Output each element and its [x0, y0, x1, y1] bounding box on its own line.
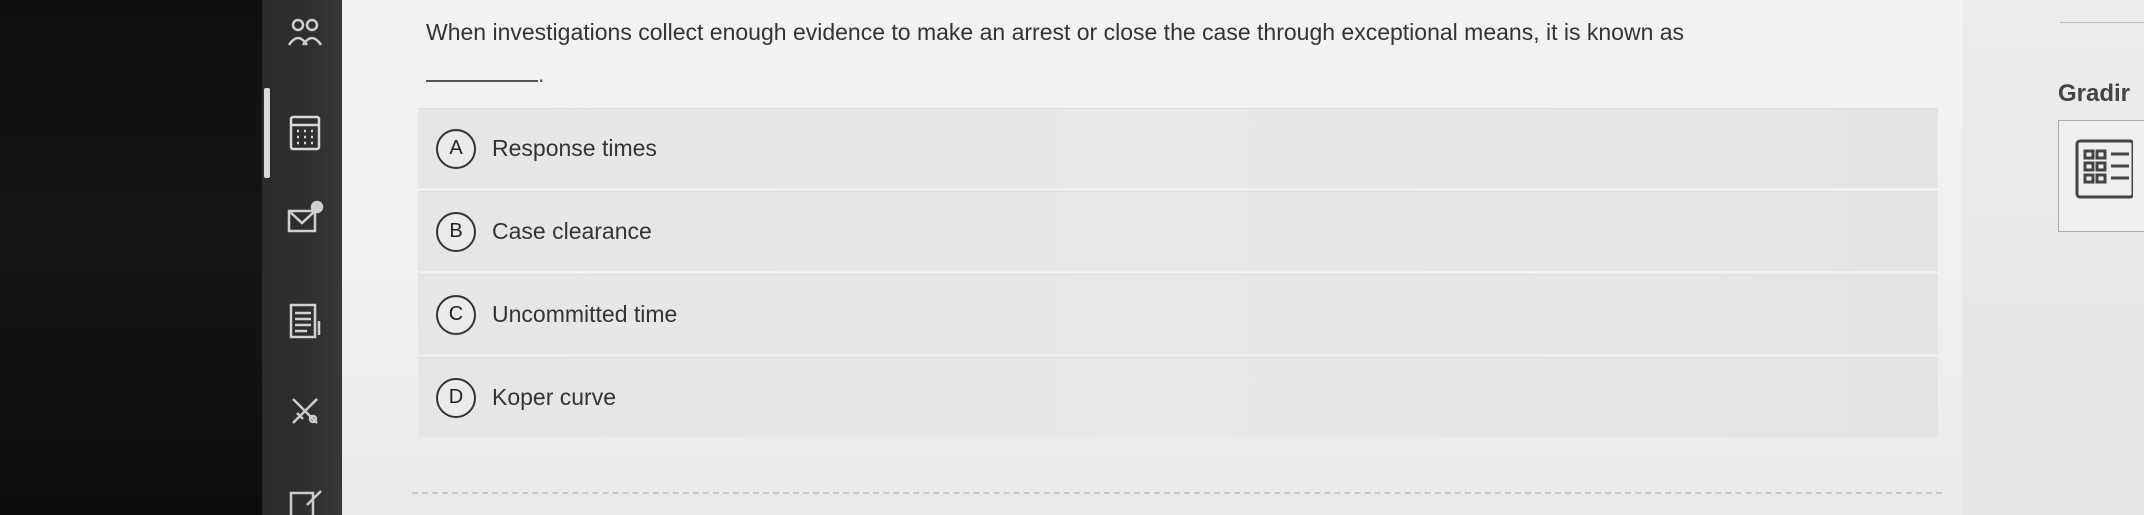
- sidebar: [262, 0, 342, 515]
- edit-icon[interactable]: [284, 484, 326, 515]
- blank-suffix: .: [538, 61, 545, 87]
- option-label: Uncommitted time: [492, 301, 678, 327]
- sidebar-active-indicator: [264, 88, 270, 178]
- mail-icon[interactable]: [284, 198, 326, 240]
- option-letter-badge: D: [436, 377, 476, 418]
- option-label: Case clearance: [492, 218, 652, 244]
- answer-options: A Response times B Case clearance C Unco…: [418, 108, 1938, 440]
- option-b[interactable]: B Case clearance: [418, 191, 1938, 271]
- grading-heading: Gradir: [2058, 80, 2131, 107]
- option-c[interactable]: C Uncommitted time: [418, 274, 1938, 354]
- blank-line: [426, 60, 538, 82]
- question-text: When investigations collect enough evide…: [426, 19, 1685, 45]
- question-panel: When investigations collect enough evide…: [342, 0, 1962, 515]
- background-dark-area: [0, 0, 262, 515]
- rubric-button[interactable]: [2058, 120, 2144, 232]
- document-icon[interactable]: [284, 300, 326, 342]
- option-letter-badge: A: [436, 128, 476, 169]
- option-d[interactable]: D Koper curve: [418, 357, 1938, 437]
- panel-divider: [2060, 22, 2144, 23]
- option-label: Koper curve: [492, 384, 617, 410]
- option-letter-badge: B: [436, 211, 476, 252]
- answer-blank: .: [426, 60, 544, 88]
- grading-panel: Gradir: [1962, 0, 2144, 515]
- option-a[interactable]: A Response times: [418, 108, 1938, 188]
- section-divider: [412, 492, 1942, 494]
- calculator-icon[interactable]: [284, 112, 326, 154]
- rubric-grid-icon: [2075, 139, 2133, 199]
- tools-icon[interactable]: [284, 390, 326, 432]
- option-letter-badge: C: [436, 294, 476, 335]
- option-label: Response times: [492, 135, 657, 161]
- people-icon[interactable]: [284, 14, 326, 56]
